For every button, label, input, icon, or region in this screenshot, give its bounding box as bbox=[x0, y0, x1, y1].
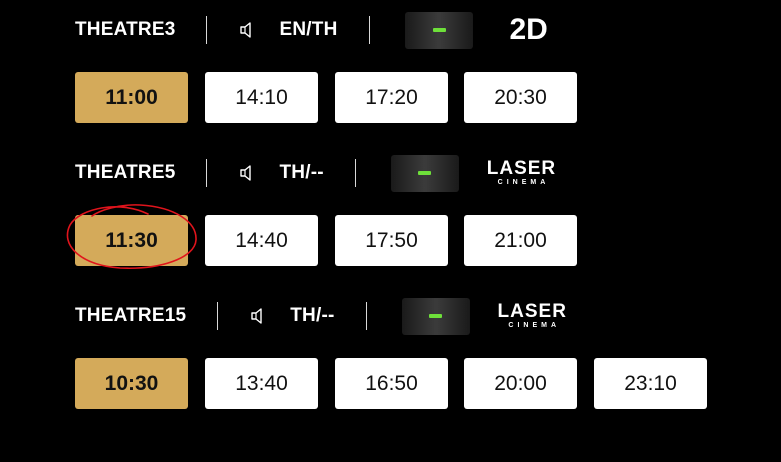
audio-language: TH/-- bbox=[279, 162, 324, 183]
divider bbox=[206, 159, 208, 187]
speaker-icon bbox=[249, 306, 269, 326]
divider bbox=[365, 302, 367, 330]
laser-cinema-logo: LASER CINEMA bbox=[487, 159, 556, 187]
laser-logo-text: LASER bbox=[486, 158, 557, 179]
showtime-button[interactable]: 14:40 bbox=[205, 215, 318, 266]
theatre-header: THEATRE5 TH/-- LASER CINEMA bbox=[75, 154, 775, 192]
cinema-logo-text: CINEMA bbox=[508, 322, 561, 329]
showtime-button[interactable]: 20:00 bbox=[464, 358, 577, 409]
rating-badge bbox=[405, 11, 474, 49]
theatre-block-5: THEATRE5 TH/-- LASER CINEMA 11:30 14:40 … bbox=[75, 154, 775, 266]
divider bbox=[206, 16, 208, 44]
divider bbox=[217, 302, 219, 330]
dash-rating-icon bbox=[432, 28, 446, 32]
theatre-name: THEATRE3 bbox=[75, 19, 176, 40]
showtime-button[interactable]: 13:40 bbox=[205, 358, 318, 409]
theatre-block-3: THEATRE3 EN/TH 2D 11:00 14:10 17:20 20:3… bbox=[75, 11, 775, 123]
showtime-button[interactable]: 21:00 bbox=[464, 215, 577, 266]
speaker-icon bbox=[238, 20, 258, 40]
showtime-button-selected[interactable]: 10:30 bbox=[75, 358, 188, 409]
showtime-button[interactable]: 23:10 bbox=[594, 358, 707, 409]
rating-badge bbox=[401, 297, 470, 335]
showtime-button[interactable]: 17:20 bbox=[335, 72, 448, 123]
audio-language: TH/-- bbox=[290, 305, 335, 326]
showtime-button[interactable]: 14:10 bbox=[205, 72, 318, 123]
showtime-button[interactable]: 17:50 bbox=[335, 215, 448, 266]
dash-rating-icon bbox=[429, 314, 443, 318]
theatre-name: THEATRE5 bbox=[75, 162, 176, 183]
showtime-button-selected[interactable]: 11:00 bbox=[75, 72, 188, 123]
theatre-name: THEATRE15 bbox=[75, 305, 187, 326]
showtime-button[interactable]: 16:50 bbox=[335, 358, 448, 409]
theatre-header: THEATRE15 TH/-- LASER CINEMA bbox=[75, 297, 775, 335]
showtime-button[interactable]: 20:30 bbox=[464, 72, 577, 123]
showtimes-panel: THEATRE3 EN/TH 2D 11:00 14:10 17:20 20:3… bbox=[0, 0, 781, 462]
audio-language: EN/TH bbox=[279, 19, 338, 40]
showtime-button-selected[interactable]: 11:30 bbox=[75, 215, 188, 266]
dash-rating-icon bbox=[418, 171, 432, 175]
rating-badge bbox=[390, 154, 459, 192]
laser-cinema-logo: LASER CINEMA bbox=[498, 302, 567, 330]
theatre-block-15: THEATRE15 TH/-- LASER CINEMA 10:30 13:40… bbox=[75, 297, 775, 409]
cinema-logo-text: CINEMA bbox=[497, 179, 550, 186]
laser-logo-text: LASER bbox=[497, 301, 567, 322]
format-2d-badge: 2D bbox=[509, 13, 548, 46]
divider bbox=[369, 16, 371, 44]
divider bbox=[354, 159, 356, 187]
theatre-header: THEATRE3 EN/TH 2D bbox=[75, 11, 775, 49]
speaker-icon bbox=[238, 163, 258, 183]
